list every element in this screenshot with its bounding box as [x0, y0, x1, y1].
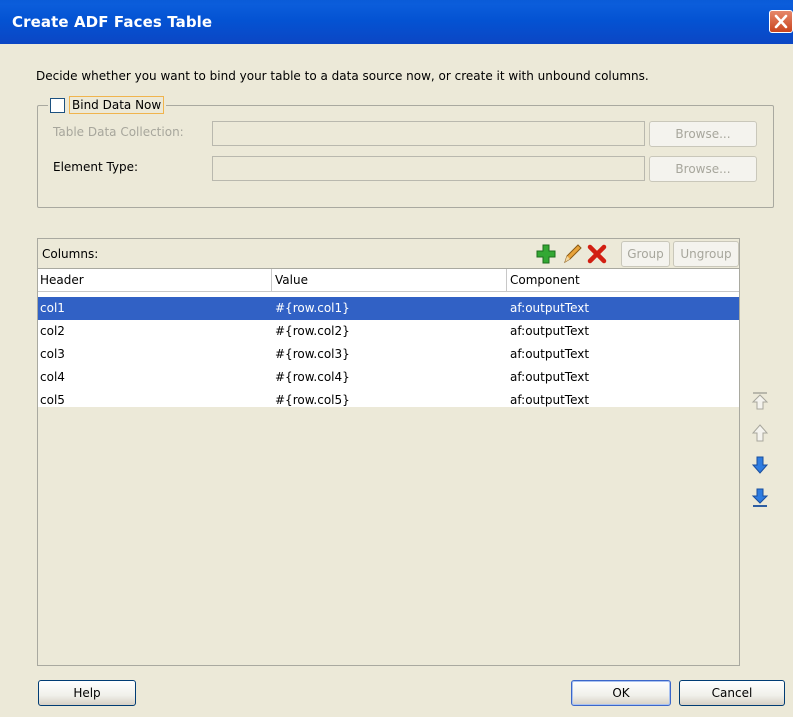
- element-type-label: Element Type:: [53, 160, 139, 174]
- ok-button-label: OK: [612, 686, 630, 700]
- description-text: Decide whether you want to bind your tab…: [36, 69, 649, 83]
- window-title: Create ADF Faces Table: [12, 13, 213, 31]
- row-value-cell: #{row.col3}: [275, 347, 350, 361]
- columns-label: Columns:: [42, 247, 99, 261]
- table-row[interactable]: col4 #{row.col4} af:outputText: [38, 366, 739, 389]
- table-header: Header Value Component: [38, 269, 739, 292]
- row-value-cell: #{row.col1}: [275, 301, 350, 315]
- columns-toolbar: Columns: Group Ungroup: [38, 239, 739, 269]
- column-divider[interactable]: [271, 269, 272, 291]
- add-icon[interactable]: [535, 243, 557, 265]
- table-empty-area: [38, 407, 739, 665]
- row-header-cell: col1: [40, 301, 65, 315]
- column-header-component[interactable]: Component: [510, 273, 580, 287]
- close-icon: [774, 14, 788, 29]
- move-bottom-icon[interactable]: [751, 488, 769, 508]
- column-header-header[interactable]: Header: [40, 273, 84, 287]
- bind-data-now-label: Bind Data Now: [69, 96, 165, 114]
- group-button-label: Group: [627, 247, 664, 261]
- row-header-cell: col5: [40, 393, 65, 407]
- row-value-cell: #{row.col5}: [275, 393, 350, 407]
- table-data-collection-browse-button[interactable]: Browse...: [649, 121, 757, 147]
- row-component-cell: af:outputText: [510, 370, 590, 384]
- help-button-label: Help: [73, 686, 101, 700]
- ok-button[interactable]: OK: [571, 680, 671, 706]
- bind-data-now-toggle[interactable]: Bind Data Now: [48, 94, 167, 116]
- help-button[interactable]: Help: [38, 680, 136, 706]
- close-button[interactable]: [769, 10, 793, 33]
- move-down-icon[interactable]: [751, 455, 769, 475]
- move-top-icon[interactable]: [751, 391, 769, 411]
- column-header-value[interactable]: Value: [275, 273, 308, 287]
- group-button[interactable]: Group: [621, 241, 670, 267]
- element-type-browse-button[interactable]: Browse...: [649, 156, 757, 182]
- table-row[interactable]: col1 #{row.col1} af:outputText: [38, 297, 739, 320]
- row-component-cell: af:outputText: [510, 347, 590, 361]
- cancel-button[interactable]: Cancel: [679, 680, 785, 706]
- move-up-icon[interactable]: [751, 423, 769, 443]
- cancel-button-label: Cancel: [711, 686, 753, 700]
- bind-data-now-checkbox[interactable]: [50, 97, 65, 113]
- row-component-cell: af:outputText: [510, 393, 590, 407]
- table-row[interactable]: col2 #{row.col2} af:outputText: [38, 320, 739, 343]
- table-data-collection-label: Table Data Collection:: [53, 125, 184, 139]
- row-header-cell: col2: [40, 324, 65, 338]
- row-header-cell: col4: [40, 370, 65, 384]
- title-bar: Create ADF Faces Table: [0, 0, 793, 44]
- table-data-collection-field[interactable]: [212, 121, 645, 146]
- row-value-cell: #{row.col2}: [275, 324, 350, 338]
- row-value-cell: #{row.col4}: [275, 370, 350, 384]
- table-row[interactable]: col3 #{row.col3} af:outputText: [38, 343, 739, 366]
- row-component-cell: af:outputText: [510, 324, 590, 338]
- row-header-cell: col3: [40, 347, 65, 361]
- ungroup-button-label: Ungroup: [680, 247, 732, 261]
- element-type-field[interactable]: [212, 156, 645, 181]
- column-divider[interactable]: [506, 269, 507, 291]
- edit-icon[interactable]: [561, 243, 583, 265]
- columns-panel: Columns: Group Ungroup Header Value Comp…: [37, 238, 740, 666]
- ungroup-button[interactable]: Ungroup: [673, 241, 739, 267]
- delete-icon[interactable]: [586, 243, 608, 265]
- row-component-cell: af:outputText: [510, 301, 590, 315]
